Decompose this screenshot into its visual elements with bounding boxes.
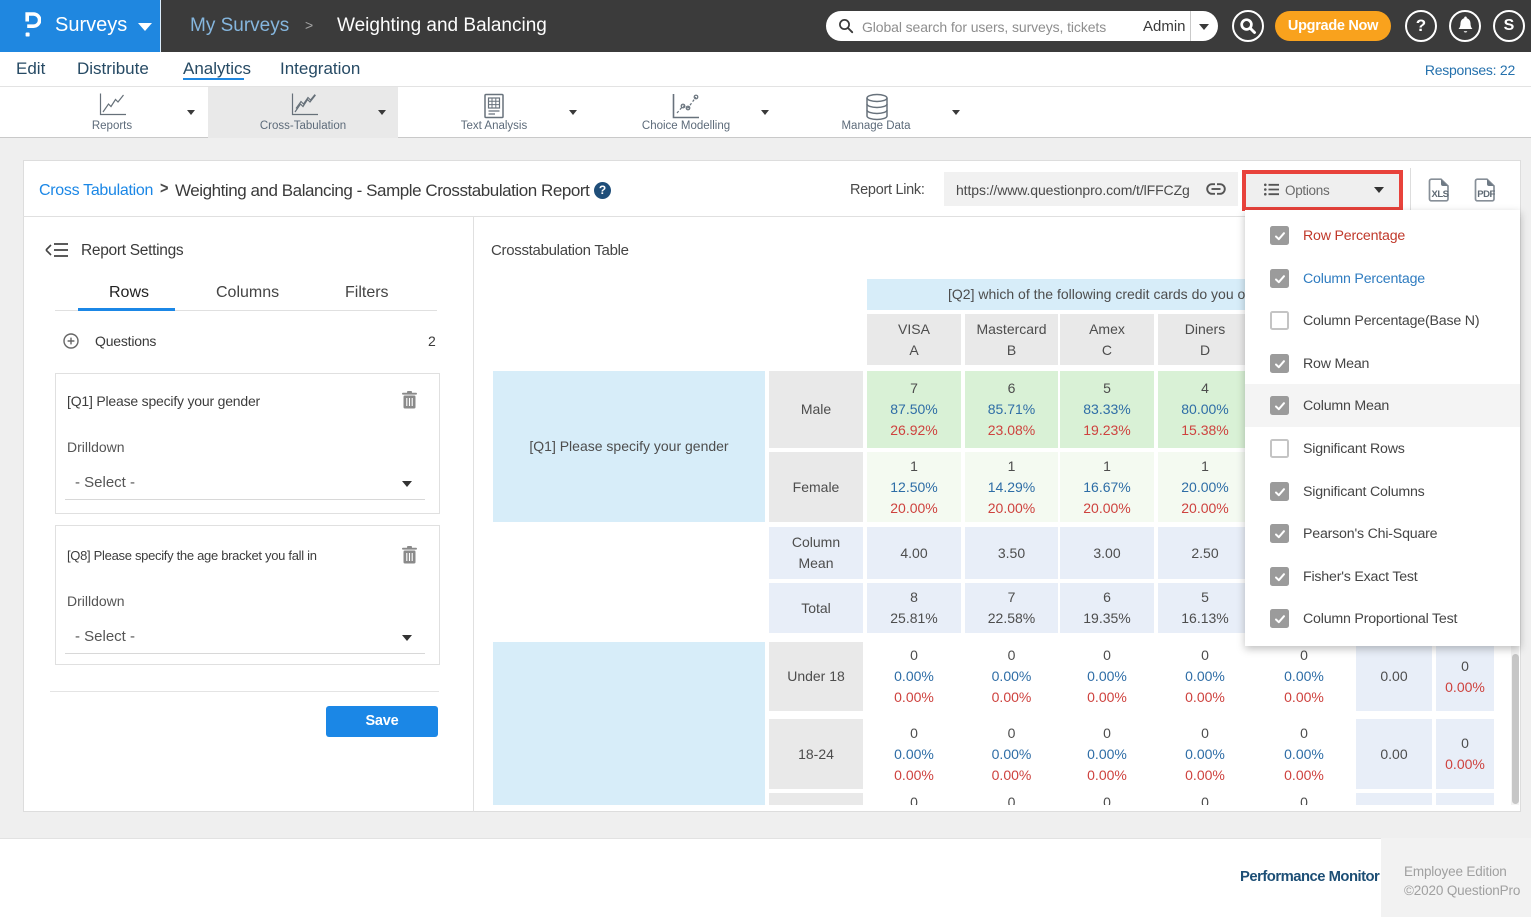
svg-text:PDF: PDF — [1477, 189, 1495, 200]
svg-text:XLS: XLS — [1432, 189, 1449, 200]
